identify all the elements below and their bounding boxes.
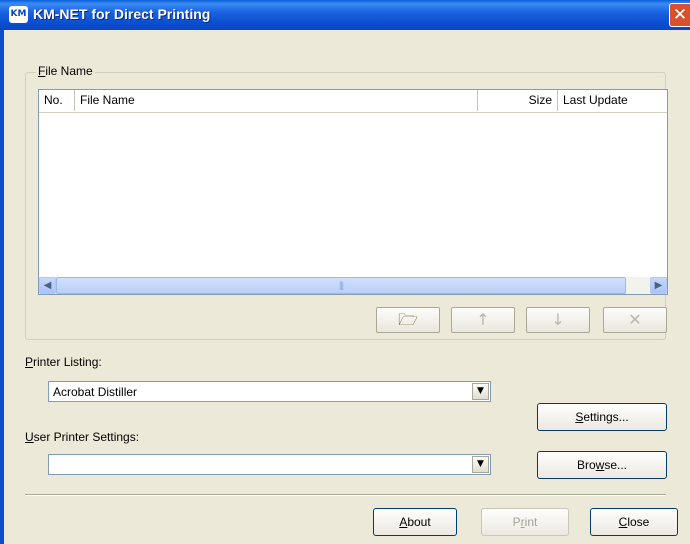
horizontal-scrollbar[interactable]: ◀ ||| ▶ xyxy=(39,277,667,294)
scroll-right-button[interactable]: ▶ xyxy=(650,277,667,294)
move-up-button[interactable]: ↑ xyxy=(451,307,515,333)
user-printer-settings-label: User Printer Settings: xyxy=(25,430,140,444)
chevron-down-icon[interactable]: ▼ xyxy=(472,456,489,473)
arrow-down-icon: ↓ xyxy=(551,310,565,329)
file-name-group-label: File Name xyxy=(36,64,95,78)
column-header-size[interactable]: Size xyxy=(478,90,558,111)
scroll-thumb[interactable]: ||| xyxy=(56,277,626,294)
open-folder-icon: 🗁 xyxy=(398,310,418,329)
remove-file-button[interactable]: ✕ xyxy=(603,307,667,333)
window-title: KM-NET for Direct Printing xyxy=(33,6,211,22)
delete-x-icon: ✕ xyxy=(628,310,642,329)
scroll-left-button[interactable]: ◀ xyxy=(39,277,56,294)
file-list[interactable]: No. File Name Size Last Update ◀ ||| ▶ xyxy=(38,89,668,295)
app-icon: KM xyxy=(9,6,28,23)
about-button[interactable]: About xyxy=(373,508,457,536)
chevron-down-icon[interactable]: ▼ xyxy=(472,383,489,400)
printer-listing-label: Printer Listing: xyxy=(25,355,102,369)
title-bar[interactable]: KM KM-NET for Direct Printing ✕ xyxy=(0,0,690,30)
add-file-button[interactable]: 🗁 xyxy=(376,307,440,333)
close-window-button[interactable]: ✕ xyxy=(669,3,690,27)
column-header-last-update[interactable]: Last Update xyxy=(558,90,667,111)
close-button[interactable]: Close xyxy=(590,508,678,536)
arrow-up-icon: ↑ xyxy=(476,310,490,329)
move-down-button[interactable]: ↓ xyxy=(526,307,590,333)
user-printer-settings-select[interactable]: ▼ xyxy=(48,454,491,475)
print-button[interactable]: Print xyxy=(481,508,569,536)
column-header-file-name[interactable]: File Name xyxy=(75,90,478,111)
browse-button[interactable]: Browse... xyxy=(537,451,667,479)
divider xyxy=(25,494,666,496)
printer-listing-value: Acrobat Distiller xyxy=(53,385,138,399)
list-header: No. File Name Size Last Update xyxy=(39,90,667,113)
window-frame-left xyxy=(0,30,4,544)
column-header-no[interactable]: No. xyxy=(39,90,75,111)
settings-button[interactable]: Settings... xyxy=(537,403,667,431)
printer-listing-select[interactable]: Acrobat Distiller ▼ xyxy=(48,381,491,402)
main-window: KM KM-NET for Direct Printing ✕ File Nam… xyxy=(0,0,690,544)
